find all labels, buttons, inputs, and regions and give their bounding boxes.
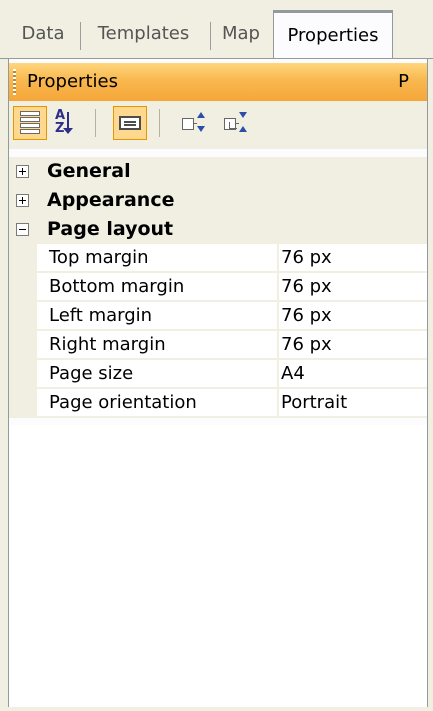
property-row-page-orientation[interactable]: Page orientation Portrait bbox=[9, 389, 427, 418]
collapse-all-icon bbox=[224, 110, 248, 136]
property-row-page-size[interactable]: Page size A4 bbox=[9, 360, 427, 389]
property-value[interactable]: Portrait bbox=[278, 389, 427, 417]
property-row-top-margin[interactable]: Top margin 76 px bbox=[9, 244, 427, 273]
category-page-layout[interactable]: Page layout bbox=[9, 215, 427, 244]
toolbar-separator bbox=[159, 109, 160, 137]
alphabetical-sort-button[interactable]: AZ bbox=[49, 106, 83, 140]
drag-grip-icon[interactable] bbox=[13, 69, 16, 95]
property-value[interactable]: 76 px bbox=[278, 302, 427, 330]
category-general[interactable]: General bbox=[9, 157, 427, 186]
panel-title-bar[interactable]: Properties Ρ bbox=[9, 63, 427, 101]
expand-icon[interactable] bbox=[16, 165, 29, 178]
property-toolbar: AZ bbox=[9, 101, 427, 149]
property-pages-button[interactable] bbox=[113, 106, 147, 140]
property-value[interactable]: 76 px bbox=[278, 244, 427, 272]
tab-separator bbox=[80, 22, 81, 50]
property-row-right-margin[interactable]: Right margin 76 px bbox=[9, 331, 427, 360]
property-value[interactable]: 76 px bbox=[278, 273, 427, 301]
collapse-icon[interactable] bbox=[16, 223, 29, 236]
expand-all-icon bbox=[182, 110, 206, 136]
tab-data[interactable]: Data bbox=[14, 14, 72, 54]
panel-title: Properties bbox=[27, 71, 118, 92]
tab-map[interactable]: Map bbox=[216, 14, 266, 54]
property-value[interactable]: 76 px bbox=[278, 331, 427, 359]
tab-separator bbox=[210, 22, 211, 50]
categorized-view-button[interactable] bbox=[13, 106, 47, 140]
property-grid: General Appearance Page layout Top margi… bbox=[9, 157, 427, 418]
category-label: Page layout bbox=[47, 218, 174, 240]
pin-icon[interactable]: Ρ bbox=[398, 63, 409, 101]
property-name: Top margin bbox=[37, 244, 277, 272]
category-label: Appearance bbox=[47, 189, 175, 211]
expand-icon[interactable] bbox=[16, 194, 29, 207]
expand-all-button[interactable] bbox=[177, 106, 211, 140]
property-grid-empty-area bbox=[9, 425, 427, 707]
property-name: Right margin bbox=[37, 331, 277, 359]
property-pages-icon bbox=[119, 116, 141, 130]
tab-properties[interactable]: Properties bbox=[273, 10, 393, 59]
tab-templates[interactable]: Templates bbox=[86, 14, 201, 54]
toolbar-separator bbox=[95, 109, 96, 137]
categorized-icon bbox=[20, 111, 40, 135]
property-name: Bottom margin bbox=[37, 273, 277, 301]
property-name: Left margin bbox=[37, 302, 277, 330]
property-name: Page size bbox=[37, 360, 277, 388]
collapse-all-button[interactable] bbox=[219, 106, 253, 140]
category-appearance[interactable]: Appearance bbox=[9, 186, 427, 215]
properties-panel: Properties Ρ AZ General Appearance Page … bbox=[8, 59, 428, 707]
property-row-bottom-margin[interactable]: Bottom margin 76 px bbox=[9, 273, 427, 302]
category-label: General bbox=[47, 160, 131, 182]
property-value[interactable]: A4 bbox=[278, 360, 427, 388]
sort-az-icon: AZ bbox=[55, 109, 77, 136]
property-row-left-margin[interactable]: Left margin 76 px bbox=[9, 302, 427, 331]
property-name: Page orientation bbox=[37, 389, 277, 417]
tab-strip: Data Templates Map Properties bbox=[0, 0, 433, 59]
